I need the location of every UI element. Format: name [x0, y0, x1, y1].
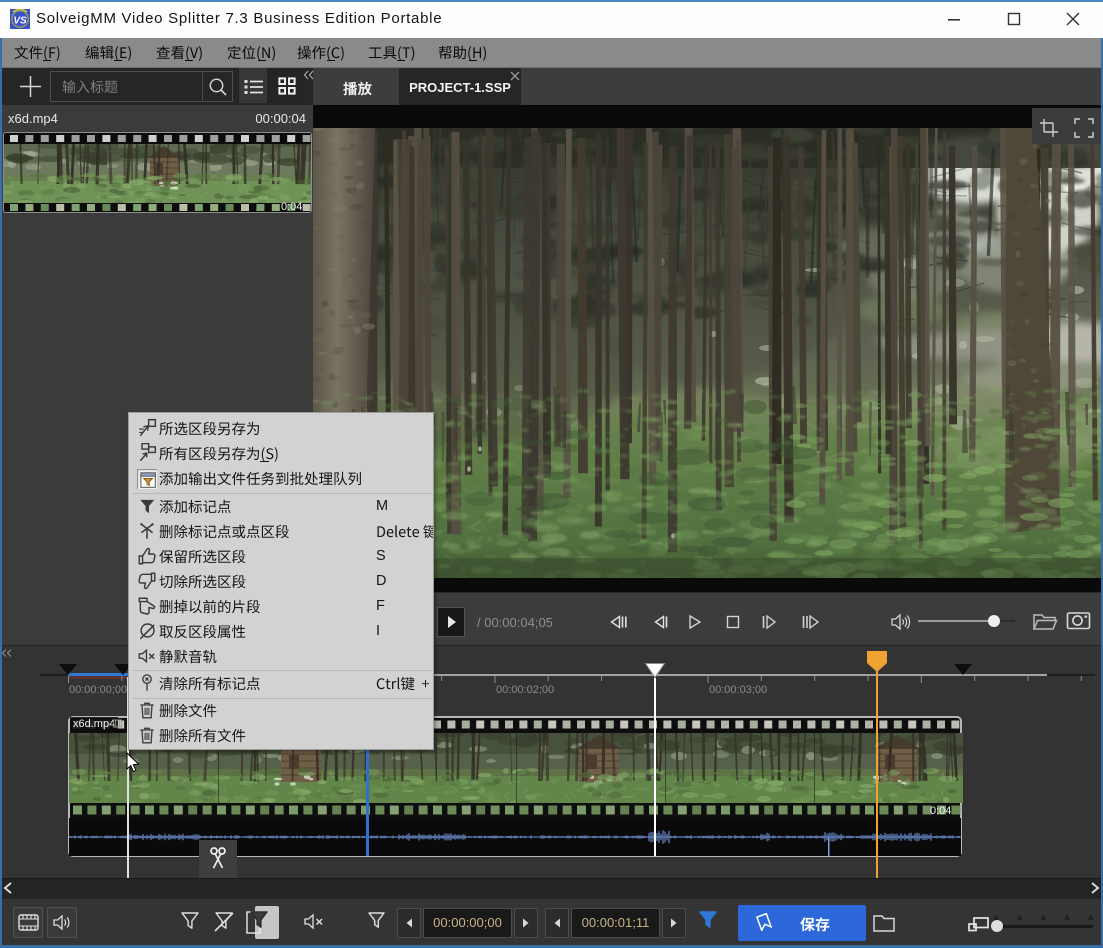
- svg-text:VS: VS: [13, 16, 27, 27]
